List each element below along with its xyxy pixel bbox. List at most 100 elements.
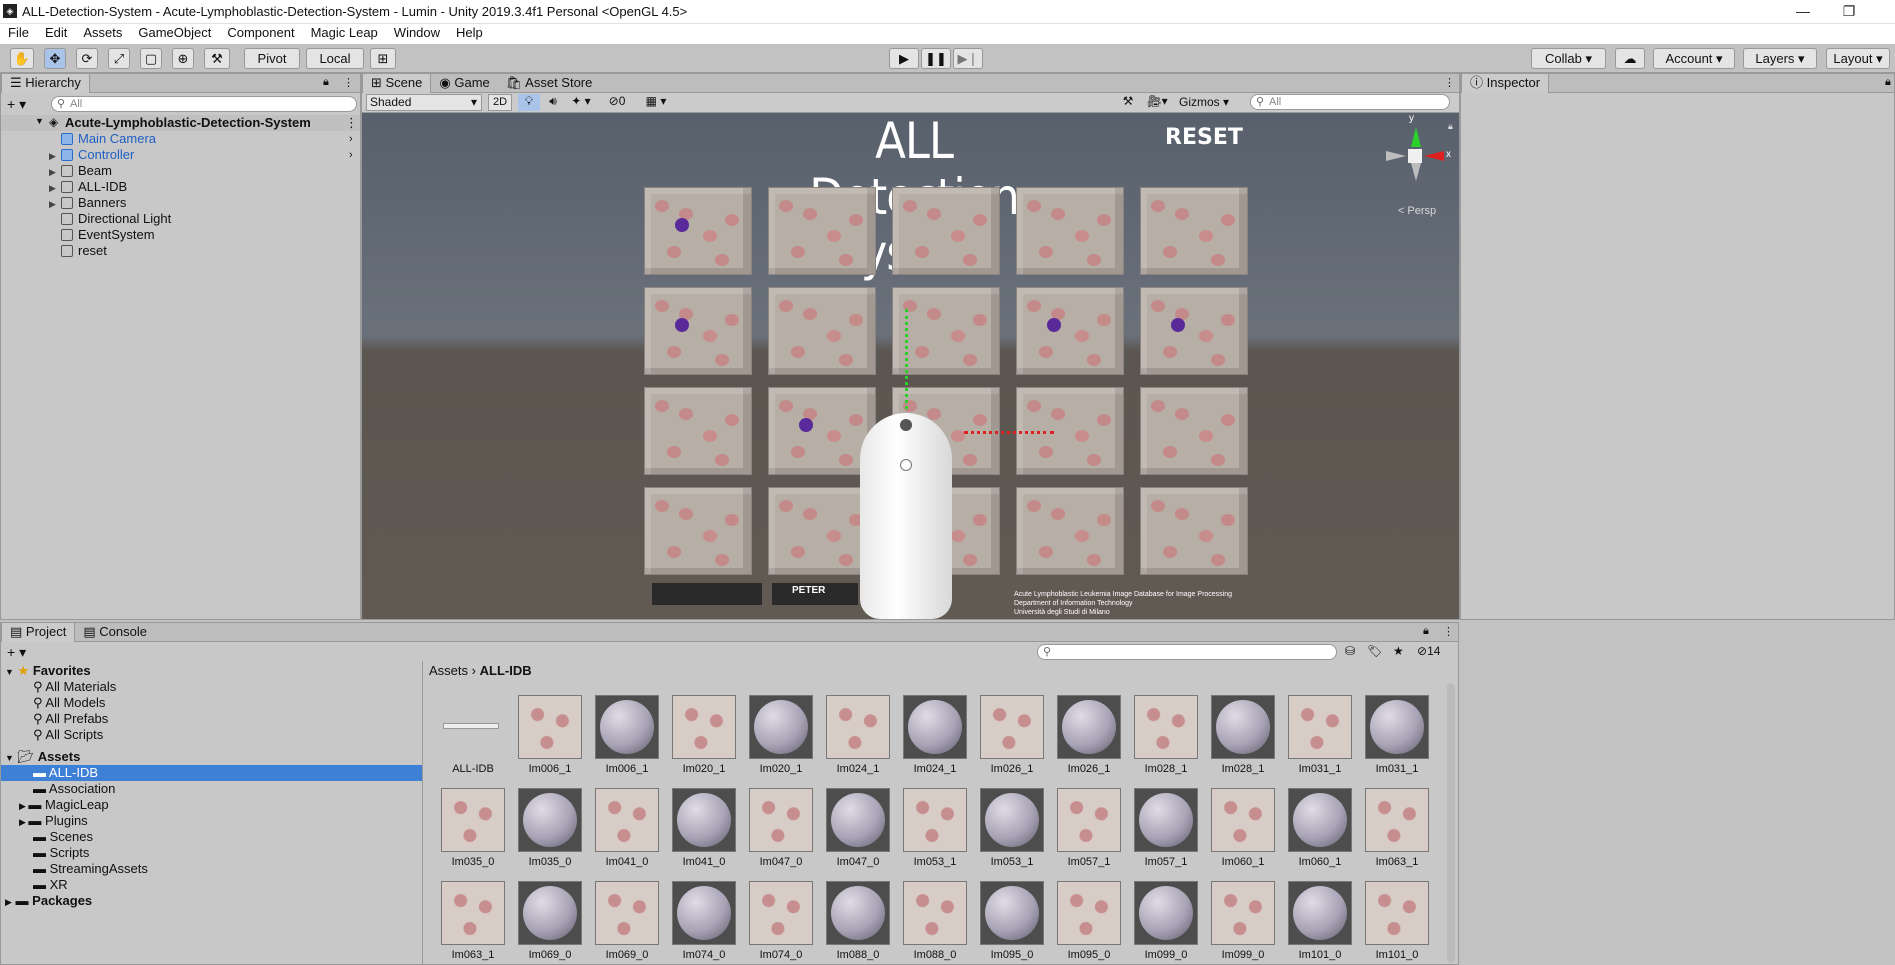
texture-thumbnail[interactable] [1211, 881, 1275, 945]
tab-asset-store[interactable]: 🛍︎ Asset Store [498, 74, 601, 93]
menu-assets[interactable]: Assets [75, 24, 130, 42]
texture-thumbnail[interactable] [1365, 881, 1429, 945]
packages-header[interactable]: ▶ ▬ Packages [5, 893, 92, 909]
project-menu-icon[interactable]: ⋮ [1443, 625, 1454, 638]
breadcrumb-assets[interactable]: Assets [429, 663, 468, 678]
material-thumbnail[interactable] [1288, 881, 1352, 945]
menu-component[interactable]: Component [219, 24, 302, 42]
folder-magicleap[interactable]: ▶ ▬ MagicLeap [19, 797, 109, 813]
favorite-all-materials[interactable]: ⚲ All Materials [33, 679, 116, 695]
folder-streamingassets[interactable]: ▬ StreamingAssets [33, 861, 148, 877]
breadcrumb-all-idb[interactable]: ALL-IDB [480, 663, 532, 678]
hierarchy-item-beam[interactable]: ▶ Beam [1, 163, 297, 179]
texture-thumbnail[interactable] [1134, 695, 1198, 759]
texture-thumbnail[interactable] [518, 695, 582, 759]
effects-dropdown-icon[interactable]: ✦ ▾ [566, 94, 596, 111]
hierarchy-search-input[interactable]: All [51, 96, 357, 112]
material-thumbnail[interactable] [749, 695, 813, 759]
filter-by-type-icon[interactable]: ⛁ [1345, 644, 1355, 658]
layers-dropdown[interactable]: Layers ▾ [1743, 48, 1817, 69]
root-menu-icon[interactable]: ⋮ [345, 115, 358, 131]
hierarchy-item-reset[interactable]: reset [1, 243, 297, 259]
expand-arrow-icon[interactable]: ▼ [35, 116, 44, 126]
texture-thumbnail[interactable] [980, 695, 1044, 759]
project-create-icon[interactable]: + ▾ [7, 644, 26, 661]
blood-cube[interactable] [892, 187, 1000, 275]
hierarchy-item-main-camera[interactable]: Main Camera › [1, 131, 353, 147]
texture-thumbnail[interactable] [1365, 788, 1429, 852]
hierarchy-item-eventsystem[interactable]: EventSystem [1, 227, 297, 243]
favorite-all-scripts[interactable]: ⚲ All Scripts [33, 727, 103, 743]
material-thumbnail[interactable] [1288, 788, 1352, 852]
hierarchy-item-all-idb[interactable]: ▶ ALL-IDB [1, 179, 297, 195]
controller-model[interactable] [860, 413, 952, 619]
texture-thumbnail[interactable] [903, 881, 967, 945]
gizmo-lock-icon[interactable]: 🔒︎ [1448, 121, 1453, 132]
material-thumbnail[interactable] [672, 788, 736, 852]
material-thumbnail[interactable] [672, 881, 736, 945]
favorite-all-prefabs[interactable]: ⚲ All Prefabs [33, 711, 108, 727]
texture-thumbnail[interactable] [595, 788, 659, 852]
texture-thumbnail[interactable] [826, 695, 890, 759]
blood-cube[interactable] [1140, 287, 1248, 375]
scale-tool-icon[interactable]: ⤢ [108, 48, 130, 69]
pivot-toggle[interactable]: Pivot [244, 48, 300, 69]
blood-cube[interactable] [768, 187, 876, 275]
favorites-header[interactable]: ▼ ★ Favorites [5, 663, 91, 679]
material-thumbnail[interactable] [1211, 695, 1275, 759]
hierarchy-item-directional-light[interactable]: Directional Light [1, 211, 297, 227]
blood-cube[interactable] [644, 287, 752, 375]
rotate-tool-icon[interactable]: ⟳ [76, 48, 98, 69]
material-thumbnail[interactable] [1134, 788, 1198, 852]
collapse-arrow-icon[interactable]: ▼ [5, 753, 14, 763]
gizmo-neg-y-cone[interactable] [1411, 163, 1421, 181]
panel-menu-icon[interactable]: ⋮ [343, 76, 354, 89]
material-thumbnail[interactable] [980, 788, 1044, 852]
material-thumbnail[interactable] [980, 881, 1044, 945]
texture-thumbnail[interactable] [749, 788, 813, 852]
chevron-right-icon[interactable]: › [349, 147, 353, 163]
cloud-icon[interactable]: ☁ [1615, 48, 1645, 69]
y-axis-handle[interactable] [905, 309, 909, 409]
gizmo-center-cube[interactable] [1408, 149, 1422, 163]
shading-mode-dropdown[interactable]: Shaded ▾ [366, 94, 482, 111]
blood-cube[interactable] [768, 287, 876, 375]
texture-thumbnail[interactable] [595, 881, 659, 945]
menu-help[interactable]: Help [448, 24, 491, 42]
assets-header[interactable]: ▼ 📂︎ Assets [5, 749, 80, 765]
project-lock-icon[interactable]: 🔒︎ [1423, 625, 1429, 638]
material-thumbnail[interactable] [826, 788, 890, 852]
local-toggle[interactable]: Local [306, 48, 364, 69]
favorite-all-models[interactable]: ⚲ All Models [33, 695, 105, 711]
menu-window[interactable]: Window [386, 24, 448, 42]
material-thumbnail[interactable] [826, 881, 890, 945]
folder-scripts[interactable]: ▬ Scripts [33, 845, 89, 861]
layout-dropdown[interactable]: Layout ▾ [1826, 48, 1890, 69]
blood-cube[interactable] [644, 187, 752, 275]
favorite-star-icon[interactable]: ★ [1393, 644, 1404, 658]
blood-cube[interactable] [644, 387, 752, 475]
2d-toggle[interactable]: 2D [488, 94, 512, 111]
restore-button[interactable]: ❐ [1826, 0, 1872, 24]
folder-scenes[interactable]: ▬ Scenes [33, 829, 93, 845]
material-thumbnail[interactable] [1134, 881, 1198, 945]
menu-edit[interactable]: Edit [37, 24, 75, 42]
grid-dropdown-icon[interactable]: ▦ ▾ [638, 94, 674, 111]
texture-thumbnail[interactable] [441, 788, 505, 852]
folder-xr[interactable]: ▬ XR [33, 877, 68, 893]
video-asset-thumbnail[interactable] [441, 695, 505, 759]
custom-tool-icon[interactable]: ⚒ [204, 48, 230, 69]
filter-by-label-icon[interactable]: 🏷︎ [1367, 644, 1382, 658]
blood-cube[interactable] [1140, 387, 1248, 475]
expand-arrow-icon[interactable]: ▶ [19, 817, 28, 827]
scene-search-input[interactable]: All [1250, 94, 1450, 110]
tab-inspector[interactable]: ⓘ Inspector [1461, 74, 1550, 93]
tab-game[interactable]: ◉ Game [431, 74, 497, 93]
grid-snap-icon[interactable]: ⊞ [370, 48, 396, 69]
material-thumbnail[interactable] [1365, 695, 1429, 759]
hierarchy-item-banners[interactable]: ▶ Banners [1, 195, 297, 211]
hidden-packages-toggle[interactable]: ⊘14 [1417, 644, 1440, 658]
texture-thumbnail[interactable] [1288, 695, 1352, 759]
folder-plugins[interactable]: ▶ ▬ Plugins [19, 813, 88, 829]
blood-cube[interactable] [1140, 487, 1248, 575]
